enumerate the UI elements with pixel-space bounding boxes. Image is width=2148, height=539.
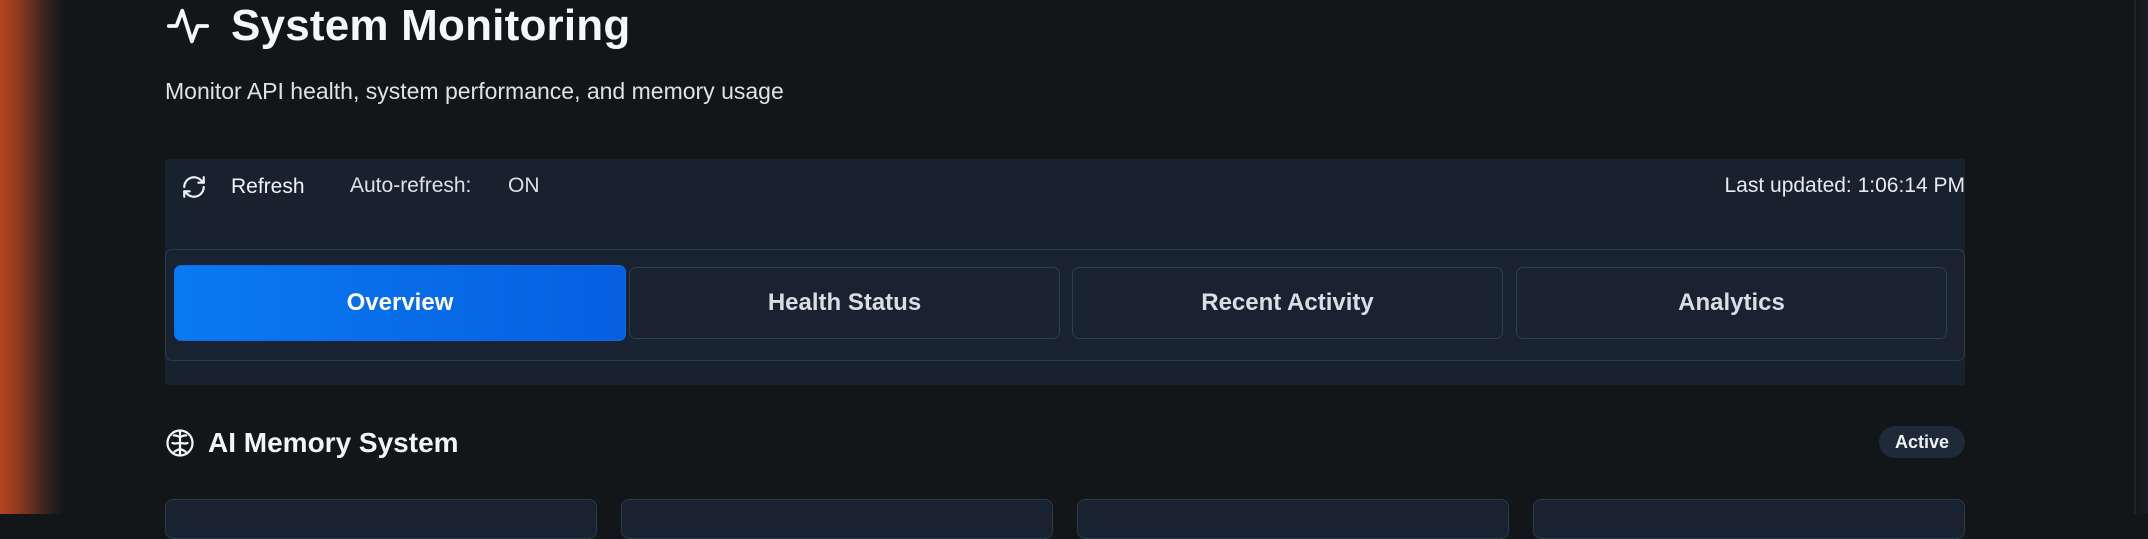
tab-overview[interactable]: Overview: [174, 265, 626, 341]
tab-recent-activity[interactable]: Recent Activity: [1072, 267, 1503, 339]
window-edge-glow: [0, 0, 64, 514]
status-badge: Active: [1878, 426, 1965, 458]
stat-card: [621, 499, 1053, 539]
tab-health-status[interactable]: Health Status: [629, 267, 1060, 339]
tab-list: Overview Health Status Recent Activity A…: [165, 249, 1965, 361]
window-edge-shadow: [2136, 0, 2148, 514]
brain-icon: [166, 429, 194, 457]
memory-section-header: AI Memory System Active: [165, 426, 1965, 460]
last-updated-timestamp: Last updated: 1:06:14 PM: [1724, 174, 1965, 197]
stat-card: [1533, 499, 1965, 539]
page-header: System Monitoring: [165, 0, 630, 52]
refresh-label: Refresh: [231, 175, 305, 198]
page-title: System Monitoring: [231, 1, 631, 50]
monitoring-page: System Monitoring Monitor API health, sy…: [165, 0, 1965, 539]
toolbar: Refresh Auto-refresh: ON Last updated: 1…: [165, 159, 1965, 215]
auto-refresh-toggle[interactable]: ON: [508, 174, 540, 198]
auto-refresh-label: Auto-refresh:: [350, 174, 472, 197]
refresh-icon: [183, 176, 205, 198]
activity-pulse-icon: [166, 8, 210, 44]
monitoring-panel: Refresh Auto-refresh: ON Last updated: 1…: [165, 159, 1965, 385]
refresh-button[interactable]: Refresh: [181, 173, 305, 201]
section-title: AI Memory System: [208, 427, 459, 458]
stat-card: [1077, 499, 1509, 539]
tab-analytics[interactable]: Analytics: [1516, 267, 1947, 339]
page-subtitle: Monitor API health, system performance, …: [165, 78, 784, 104]
stat-card: [165, 499, 597, 539]
